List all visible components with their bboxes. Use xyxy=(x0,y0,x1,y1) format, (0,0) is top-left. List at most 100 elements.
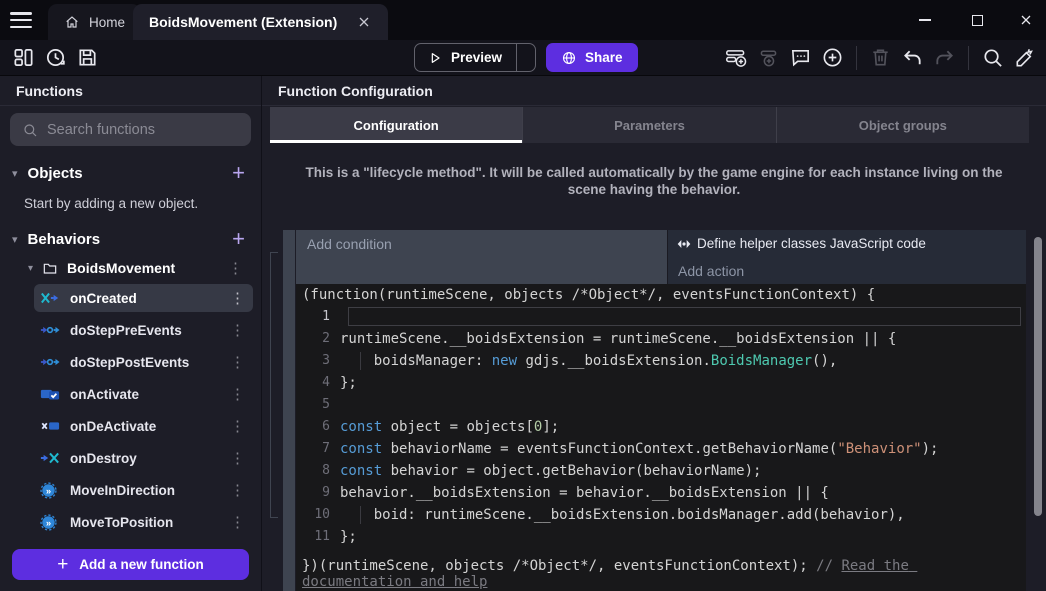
action-function-icon: » xyxy=(40,482,62,499)
item-menu-icon[interactable]: ⋮ xyxy=(222,385,253,403)
code-event-icon xyxy=(676,236,692,252)
item-menu-icon[interactable]: ⋮ xyxy=(222,289,253,307)
event-bracket xyxy=(270,252,278,518)
add-object-button[interactable]: + xyxy=(226,163,251,183)
code-line: 2runtimeScene.__boidsExtension = runtime… xyxy=(296,328,1026,350)
item-menu-icon[interactable]: ⋮ xyxy=(222,481,253,499)
add-function-button[interactable]: + Add a new function xyxy=(12,549,249,580)
function-label: onDestroy xyxy=(70,451,214,466)
search-functions-input[interactable] xyxy=(10,113,251,146)
code-line: 11}; xyxy=(296,526,1026,548)
add-subevent-icon[interactable] xyxy=(757,46,780,69)
add-function-label: Add a new function xyxy=(79,557,204,572)
tab-object-groups[interactable]: Object groups xyxy=(777,107,1029,143)
sidebar-item-ondestroy[interactable]: onDestroy ⋮ xyxy=(34,444,253,472)
action-function-icon: » xyxy=(40,514,62,531)
chevron-down-icon[interactable]: ▾ xyxy=(12,233,18,246)
tab-configuration[interactable]: Configuration xyxy=(270,107,523,143)
indent-guide xyxy=(360,506,361,524)
line-text: }; xyxy=(340,372,357,394)
add-condition-button[interactable]: Add condition xyxy=(296,230,667,284)
tab-parameters[interactable]: Parameters xyxy=(523,107,776,143)
add-event-icon[interactable] xyxy=(725,46,748,69)
share-button[interactable]: Share xyxy=(546,43,638,72)
search-icon xyxy=(22,122,38,138)
item-menu-icon[interactable]: ⋮ xyxy=(222,321,253,339)
code-wrapper-header: (function(runtimeScene, objects /*Object… xyxy=(296,284,1026,306)
current-line-highlight xyxy=(348,307,1021,326)
sidebar-item-movetoposition[interactable]: » MoveToPosition ⋮ xyxy=(34,508,253,536)
svg-text:»: » xyxy=(46,517,51,528)
line-number: 6 xyxy=(296,416,340,438)
sidebar-item-dosteppreevents[interactable]: doStepPreEvents ⋮ xyxy=(34,316,253,344)
item-menu-icon[interactable]: ⋮ xyxy=(222,449,253,467)
item-menu-icon[interactable]: ⋮ xyxy=(222,353,253,371)
line-text: const behavior = object.getBehavior(beha… xyxy=(340,460,761,482)
item-menu-icon[interactable]: ⋮ xyxy=(222,513,253,531)
search-icon[interactable] xyxy=(981,46,1004,69)
function-label: onActivate xyxy=(70,387,214,402)
line-number: 10 xyxy=(296,504,340,526)
plus-icon: + xyxy=(57,554,68,576)
event-drag-handle[interactable] xyxy=(283,230,295,591)
group-menu-icon[interactable]: ⋮ xyxy=(220,259,251,277)
main-menu-icon[interactable] xyxy=(10,12,32,28)
edit-code-icon[interactable] xyxy=(1013,46,1036,69)
code-line: 7const behaviorName = eventsFunctionCont… xyxy=(296,438,1026,460)
item-menu-icon[interactable]: ⋮ xyxy=(222,417,253,435)
function-label: MoveToPosition xyxy=(70,515,214,530)
toolbar-divider xyxy=(968,46,969,70)
scrollbar-thumb[interactable] xyxy=(1034,237,1042,516)
window-controls xyxy=(914,0,1034,40)
trash-icon[interactable] xyxy=(869,46,892,69)
save-icon[interactable] xyxy=(76,46,99,69)
search-functions-field[interactable] xyxy=(47,122,239,138)
sidebar-item-oncreated[interactable]: onCreated ⋮ xyxy=(34,284,253,312)
objects-section-label: Objects xyxy=(28,165,217,182)
redo-icon[interactable] xyxy=(933,46,956,69)
function-configuration-panel: Function Configuration ConfigurationPara… xyxy=(262,76,1046,591)
add-circle-icon[interactable] xyxy=(821,46,844,69)
sidebar-item-ondeactivate[interactable]: onDeActivate ⋮ xyxy=(34,412,253,440)
js-event-title[interactable]: Define helper classes JavaScript code xyxy=(668,230,1026,257)
code-line: 1 xyxy=(296,306,1026,328)
code-line: 8const behavior = object.getBehavior(beh… xyxy=(296,460,1026,482)
project-manager-icon[interactable] xyxy=(12,46,35,69)
behaviors-section-header: ▾ Behaviors + xyxy=(12,226,251,252)
tab-home-label: Home xyxy=(89,15,125,30)
tab-boidsmovement-extension[interactable]: BoidsMovement (Extension) xyxy=(133,4,388,40)
sidebar-item-moveindirection[interactable]: »MoveInDirection⋮ xyxy=(34,476,253,504)
toolbar: Preview Share xyxy=(0,40,1046,76)
preview-dropdown-icon[interactable] xyxy=(517,50,535,66)
gdevelop-window: Home BoidsMovement (Extension) Preview S… xyxy=(0,0,1046,591)
globe-icon xyxy=(561,50,577,66)
function-label: onCreated xyxy=(70,291,214,306)
history-icon[interactable] xyxy=(44,46,67,69)
configuration-tabs: ConfigurationParametersObject groups xyxy=(270,107,1029,143)
code-line: 6const object = objects[0]; xyxy=(296,416,1026,438)
tab-active-label: BoidsMovement (Extension) xyxy=(149,14,337,30)
add-action-button[interactable]: Add action xyxy=(668,257,1026,284)
add-behavior-button[interactable]: + xyxy=(226,229,251,249)
tab-home[interactable]: Home xyxy=(48,4,141,40)
chevron-down-icon[interactable]: ▾ xyxy=(12,167,18,180)
line-number: 7 xyxy=(296,438,340,460)
function-label: onDeActivate xyxy=(70,419,214,434)
undo-icon[interactable] xyxy=(901,46,924,69)
behavior-group-label: BoidsMovement xyxy=(67,260,211,276)
preview-button[interactable]: Preview xyxy=(414,43,536,72)
close-tab-icon[interactable] xyxy=(356,14,372,30)
close-window-icon[interactable] xyxy=(1018,12,1034,28)
maximize-icon[interactable] xyxy=(966,9,988,31)
destroy-icon xyxy=(40,451,62,465)
js-code-editor[interactable]: (function(runtimeScene, objects /*Object… xyxy=(296,284,1026,591)
sidebar-item-onactivate[interactable]: onActivate ⋮ xyxy=(34,380,253,408)
function-label: doStepPreEvents xyxy=(70,323,214,338)
minimize-icon[interactable] xyxy=(914,9,936,31)
add-comment-icon[interactable] xyxy=(789,46,812,69)
page-title: Function Configuration xyxy=(262,76,1046,106)
behavior-group-boidsmovement[interactable]: ▾ BoidsMovement ⋮ xyxy=(28,256,251,280)
code-line: 4}; xyxy=(296,372,1026,394)
indent-guide xyxy=(360,352,361,370)
sidebar-item-dosteppostevents[interactable]: doStepPostEvents⋮ xyxy=(34,348,253,376)
